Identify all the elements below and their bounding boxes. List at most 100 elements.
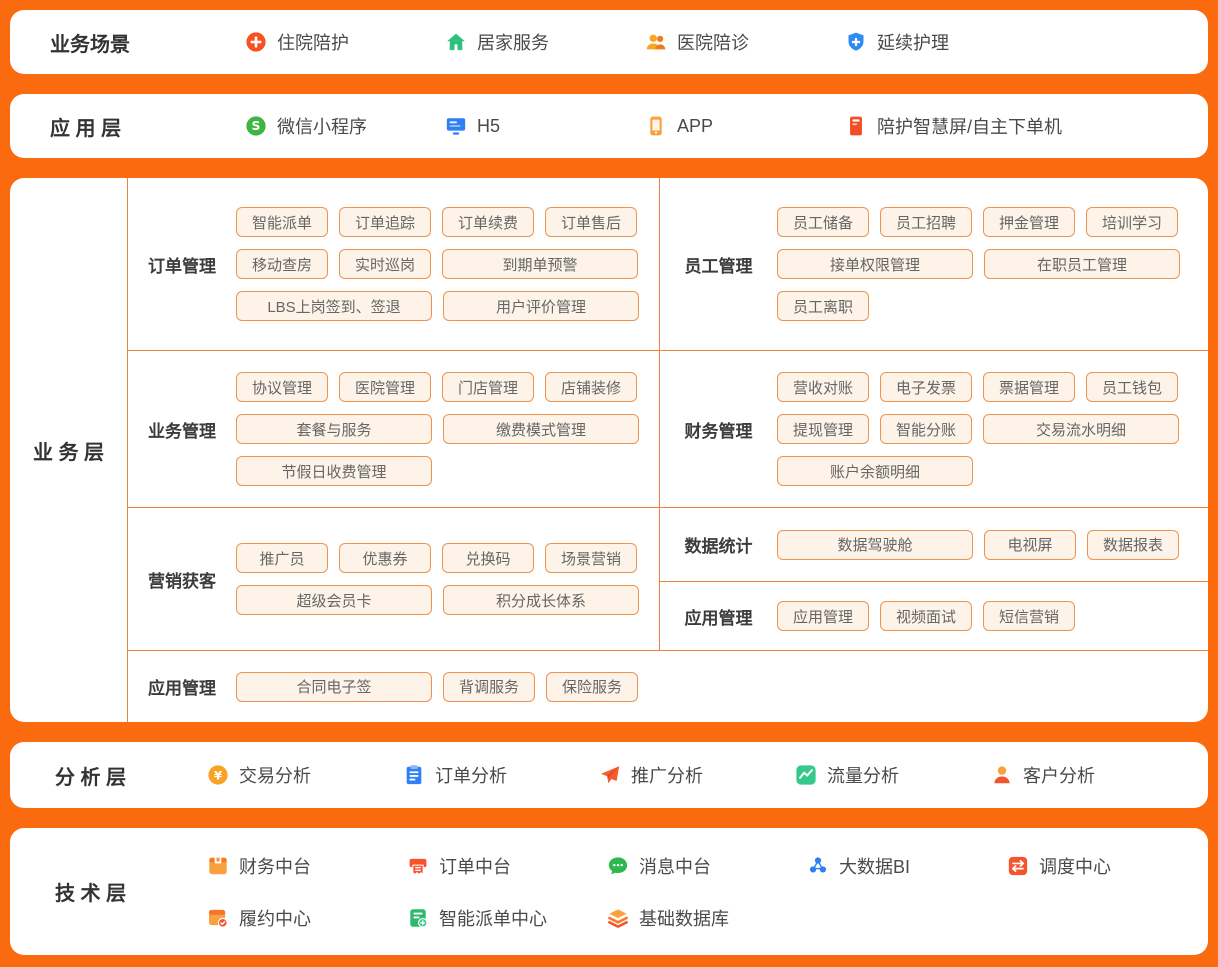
application-layer-items: S微信小程序H5APP陪护智慧屏/自主下单机	[245, 113, 1045, 139]
layer-item-label: 消息中台	[639, 853, 711, 879]
business-right-column: 员工管理员工储备员工招聘押金管理培训学习接单权限管理在职员工管理员工离职财务管理…	[659, 178, 1208, 650]
feature-pill: 交易流水明细	[983, 414, 1179, 444]
receipt-printer-icon	[407, 855, 429, 877]
analysis-layer-items: ¥交易分析订单分析推广分析流量分析客户分析	[207, 762, 1187, 788]
business-section: 业务管理协议管理医院管理门店管理店铺装修套餐与服务缴费模式管理节假日收费管理	[128, 351, 659, 508]
section-label: 业务管理	[128, 417, 236, 442]
layer-item: 调度中心	[1007, 853, 1207, 879]
business-section: 数据统计数据驾驶舱电视屏数据报表	[660, 508, 1208, 582]
business-bottom-section: 应用管理合同电子签背调服务保险服务	[128, 650, 1208, 722]
shield-plus-icon	[845, 31, 867, 53]
smart-dispatch-card-icon	[407, 907, 429, 929]
dispatch-arrows-icon	[1007, 855, 1029, 877]
feature-pill: 员工储备	[777, 207, 869, 237]
layer-item: 推广分析	[599, 762, 795, 788]
layer-item: 居家服务	[445, 29, 645, 55]
feature-pill: 到期单预警	[442, 249, 638, 279]
bigdata-cluster-icon	[807, 855, 829, 877]
application-layer-card: 应 用 层 S微信小程序H5APP陪护智慧屏/自主下单机	[10, 94, 1208, 158]
section-pill-rows: 应用管理视频面试短信营销	[777, 601, 1075, 631]
feature-pill: 缴费模式管理	[443, 414, 639, 444]
layer-item-label: 微信小程序	[277, 113, 367, 139]
fulfillment-calendar-icon	[207, 907, 229, 929]
feature-pill: 推广员	[236, 543, 328, 573]
pill-row: 协议管理医院管理门店管理店铺装修	[236, 372, 639, 402]
layer-item-label: 交易分析	[239, 762, 311, 788]
layer-item-label: 陪护智慧屏/自主下单机	[877, 113, 1062, 139]
layer-item: 陪护智慧屏/自主下单机	[845, 113, 1045, 139]
business-layer-rail: 业 务 层	[10, 178, 127, 722]
paper-plane-icon	[599, 764, 621, 786]
finance-safe-icon: ¥	[207, 855, 229, 877]
layer-item: 履约中心	[207, 905, 407, 931]
feature-pill: 套餐与服务	[236, 414, 432, 444]
business-section: 应用管理应用管理视频面试短信营销	[660, 582, 1208, 650]
medical-cross-icon	[245, 31, 267, 53]
layer-item: 智能派单中心	[407, 905, 607, 931]
feature-pill: 医院管理	[339, 372, 431, 402]
feature-pill: 节假日收费管理	[236, 456, 432, 486]
svg-text:¥: ¥	[214, 769, 223, 783]
svg-text:S: S	[252, 119, 261, 133]
layer-item-label: 医院陪诊	[677, 29, 749, 55]
scenario-layer-label: 业务场景	[50, 28, 245, 57]
layer-item: 住院陪护	[245, 29, 445, 55]
feature-pill: 兑换码	[442, 543, 534, 573]
layer-item-label: 延续护理	[877, 29, 949, 55]
feature-pill: 订单追踪	[339, 207, 431, 237]
business-section: 订单管理智能派单订单追踪订单续费订单售后移动查房实时巡岗到期单预警LBS上岗签到…	[128, 178, 659, 351]
feature-pill: 短信营销	[983, 601, 1075, 631]
layer-item: APP	[645, 115, 845, 137]
layer-item-label: 推广分析	[631, 762, 703, 788]
feature-pill: 智能派单	[236, 207, 328, 237]
layer-item: 大数据BI	[807, 853, 1007, 879]
layer-item-label: 订单中台	[439, 853, 511, 879]
pill-row: 员工离职	[777, 291, 1180, 321]
feature-pill: LBS上岗签到、签退	[236, 291, 432, 321]
pill-row: 员工储备员工招聘押金管理培训学习	[777, 207, 1180, 237]
section-label: 营销获客	[128, 567, 236, 592]
pill-row: 推广员优惠券兑换码场景营销	[236, 543, 639, 573]
customer-icon	[991, 764, 1013, 786]
section-label: 应用管理	[128, 674, 236, 699]
feature-pill: 员工离职	[777, 291, 869, 321]
section-pill-rows: 员工储备员工招聘押金管理培训学习接单权限管理在职员工管理员工离职	[777, 207, 1180, 321]
pill-row: 智能派单订单追踪订单续费订单售后	[236, 207, 639, 237]
feature-pill: 合同电子签	[236, 672, 432, 702]
business-layer-grid: 订单管理智能派单订单追踪订单续费订单售后移动查房实时巡岗到期单预警LBS上岗签到…	[128, 178, 1208, 650]
feature-pill: 优惠券	[339, 543, 431, 573]
layer-item-label: 住院陪护	[277, 29, 349, 55]
feature-pill: 实时巡岗	[339, 249, 431, 279]
feature-pill: 员工钱包	[1086, 372, 1178, 402]
section-pill-rows: 营收对账电子发票票据管理员工钱包提现管理智能分账交易流水明细账户余额明细	[777, 372, 1179, 486]
analysis-layer-card: 分 析 层 ¥交易分析订单分析推广分析流量分析客户分析	[10, 742, 1208, 808]
feature-pill: 培训学习	[1086, 207, 1178, 237]
layer-item-label: 流量分析	[827, 762, 899, 788]
layer-item: 基础数据库	[607, 905, 807, 931]
feature-pill: 数据驾驶舱	[777, 530, 973, 560]
feature-pill: 门店管理	[442, 372, 534, 402]
tech-row: ¥财务中台订单中台消息中台大数据BI调度中心	[207, 853, 1207, 879]
feature-pill: 订单续费	[442, 207, 534, 237]
home-icon	[445, 31, 467, 53]
clipboard-icon	[403, 764, 425, 786]
feature-pill: 电视屏	[984, 530, 1076, 560]
layer-item-label: 客户分析	[1023, 762, 1095, 788]
section-label: 财务管理	[660, 417, 777, 442]
business-section: 营销获客推广员优惠券兑换码场景营销超级会员卡积分成长体系	[128, 508, 659, 650]
pill-row: LBS上岗签到、签退用户评价管理	[236, 291, 639, 321]
section-pill-rows: 智能派单订单追踪订单续费订单售后移动查房实时巡岗到期单预警LBS上岗签到、签退用…	[236, 207, 639, 321]
business-layer-label: 业 务 层	[33, 436, 104, 465]
line-chart-icon	[795, 764, 817, 786]
layer-item: 延续护理	[845, 29, 1045, 55]
feature-pill: 订单售后	[545, 207, 637, 237]
feature-pill: 店铺装修	[545, 372, 637, 402]
section-label: 订单管理	[128, 252, 236, 277]
layer-item-label: 基础数据库	[639, 905, 729, 931]
people-icon	[645, 31, 667, 53]
layer-item-label: 智能派单中心	[439, 905, 547, 931]
pill-row: 套餐与服务缴费模式管理	[236, 414, 639, 444]
feature-pill: 提现管理	[777, 414, 869, 444]
feature-pill: 协议管理	[236, 372, 328, 402]
tech-layer-rows: ¥财务中台订单中台消息中台大数据BI调度中心履约中心智能派单中心基础数据库	[207, 853, 1207, 931]
